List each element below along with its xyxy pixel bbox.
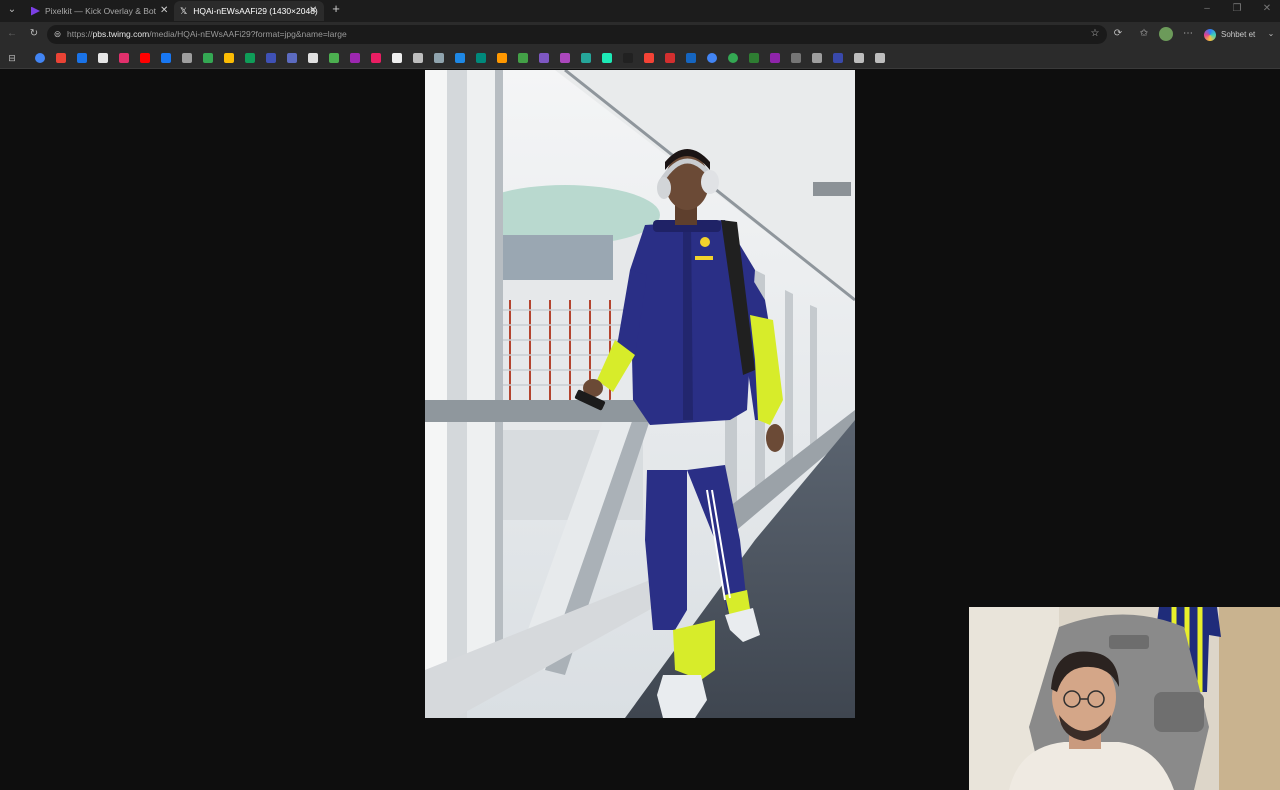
tab-strip: ⌄ Pixelkit — Kick Overlay & Bot ✕ 𝕏 HQAi… (0, 0, 1280, 22)
youtube-icon[interactable] (140, 53, 150, 63)
bookmark-icon[interactable] (518, 53, 528, 63)
facebook-icon[interactable] (161, 53, 171, 63)
url-path: /media/HQAi-nEWsAAFi29?format=jpg&name=l… (149, 29, 347, 39)
new-tab-plus-icon[interactable]: + (330, 2, 342, 15)
favorites-icon[interactable]: ✩ (1138, 28, 1150, 40)
bookmark-icon[interactable] (371, 53, 381, 63)
bookmark-icon[interactable] (686, 53, 696, 63)
pixelkit-favicon-icon (31, 6, 40, 16)
bookmark-icon[interactable] (791, 53, 801, 63)
webcam-overlay (969, 607, 1280, 790)
link-icon[interactable] (875, 53, 885, 63)
bookmark-icon[interactable] (413, 53, 423, 63)
copilot-button[interactable]: Sohbet et (1204, 26, 1264, 43)
bookmark-icon[interactable] (182, 53, 192, 63)
tab-search-chevron-icon[interactable]: ⌄ (6, 4, 18, 16)
bookmark-icon[interactable] (539, 53, 549, 63)
bookmark-icon[interactable] (833, 53, 843, 63)
bookmark-icon[interactable] (455, 53, 465, 63)
copilot-icon (1204, 28, 1216, 41)
sheets-icon[interactable] (203, 53, 213, 63)
tab-title: Pixelkit — Kick Overlay & Bot (45, 6, 157, 16)
image-viewer (0, 70, 1280, 790)
bookmark-icon[interactable] (623, 53, 633, 63)
tab-title: HQAi-nEWsAAFi29 (1430×2048) (193, 6, 318, 16)
omnibox[interactable]: ⊜ https://pbs.twimg.com/media/HQAi-nEWsA… (47, 25, 1107, 44)
bookmark-icon[interactable] (266, 53, 276, 63)
bookmark-icon[interactable] (329, 53, 339, 63)
favorite-star-icon[interactable]: ☆ (1089, 28, 1101, 40)
bookmark-icon[interactable] (812, 53, 822, 63)
bookmark-icon[interactable] (308, 53, 318, 63)
bookmark-icon[interactable] (749, 53, 759, 63)
google-icon[interactable] (707, 53, 717, 63)
back-arrow-icon[interactable]: ← (6, 28, 18, 40)
sidebar-expand-icon[interactable]: ⌄ (1266, 28, 1276, 40)
minimize-icon[interactable]: – (1200, 3, 1214, 15)
refresh-extension-icon[interactable]: ⟳ (1112, 28, 1124, 40)
more-menu-icon[interactable]: ⋯ (1182, 28, 1194, 40)
x-icon[interactable] (98, 53, 108, 63)
bookmark-icon[interactable] (497, 53, 507, 63)
address-toolbar: ← ↻ ⊜ https://pbs.twimg.com/media/HQAi-n… (0, 22, 1280, 47)
bookmark-icon[interactable] (434, 53, 444, 63)
webcam-feed (969, 607, 1280, 790)
bookmark-icon[interactable] (350, 53, 360, 63)
bookmark-icon[interactable] (392, 53, 402, 63)
tab-image[interactable]: 𝕏 HQAi-nEWsAAFi29 (1430×2048) ✕ (174, 1, 324, 21)
restore-icon[interactable]: ❐ (1230, 3, 1244, 15)
gmail-icon[interactable] (56, 53, 66, 63)
x-favicon-icon: 𝕏 (180, 5, 188, 16)
site-info-icon[interactable]: ⊜ (52, 28, 63, 40)
bookmark-icon[interactable] (602, 53, 612, 63)
bookmark-icon[interactable] (560, 53, 570, 63)
bookmark-icon[interactable] (644, 53, 654, 63)
close-icon[interactable]: ✕ (309, 1, 317, 21)
close-icon[interactable]: ✕ (160, 1, 168, 21)
avatar[interactable] (1159, 27, 1173, 41)
bookmark-icon[interactable] (245, 53, 255, 63)
bookmark-icon[interactable] (665, 53, 675, 63)
copilot-label: Sohbet et (1221, 30, 1256, 39)
url-host: pbs.twimg.com (92, 29, 150, 39)
bookmark-icon[interactable] (476, 53, 486, 63)
close-window-icon[interactable]: ✕ (1260, 3, 1274, 15)
collections-icon[interactable]: ⊟ (6, 52, 18, 64)
photo-illustration (425, 70, 855, 718)
google-icon[interactable] (35, 53, 45, 63)
bookmark-icon[interactable] (770, 53, 780, 63)
maps-icon[interactable] (77, 53, 87, 63)
instagram-icon[interactable] (119, 53, 129, 63)
reload-icon[interactable]: ↻ (28, 28, 40, 40)
tab-pixelkit[interactable]: Pixelkit — Kick Overlay & Bot ✕ (26, 1, 176, 21)
bookmark-icon[interactable] (224, 53, 234, 63)
bookmark-icon[interactable] (581, 53, 591, 63)
photo-football-player[interactable] (425, 70, 855, 718)
bookmark-icon[interactable] (287, 53, 297, 63)
bookmarks-bar: ⊟ (0, 47, 1280, 69)
url-text[interactable]: https://pbs.twimg.com/media/HQAi-nEWsAAF… (67, 29, 347, 39)
google-icon[interactable] (728, 53, 738, 63)
folder-icon[interactable] (854, 53, 864, 63)
